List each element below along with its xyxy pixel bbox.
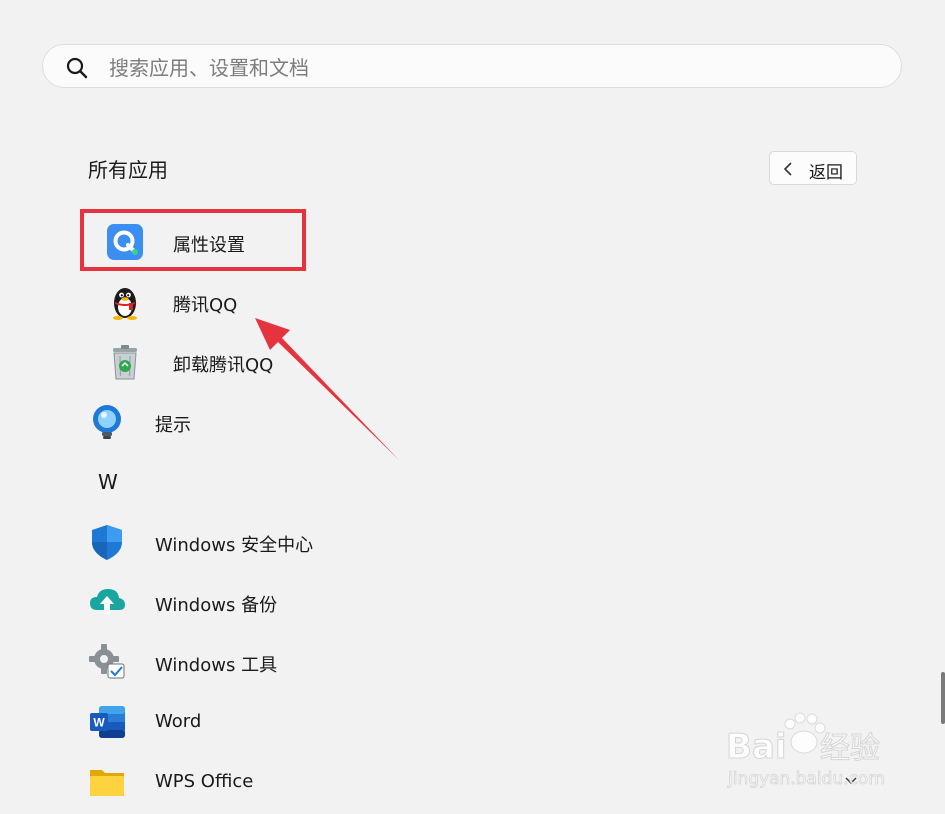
word-icon: W	[90, 706, 125, 738]
app-name: 腾讯QQ	[173, 295, 238, 316]
app-name: WPS Office	[155, 771, 254, 792]
security-shield-icon	[92, 525, 122, 560]
watermark-url: jingyan.baidu.com	[727, 769, 885, 789]
app-item-word[interactable]: W Word	[87, 702, 287, 754]
qq-penguin-icon	[113, 288, 137, 320]
backup-cloud-icon	[90, 589, 125, 614]
app-name: Windows 备份	[155, 595, 278, 616]
svg-text:经验: 经验	[820, 731, 880, 766]
app-name: 属性设置	[173, 235, 245, 256]
tools-gear-icon	[89, 644, 125, 679]
tips-bulb-icon	[93, 405, 121, 439]
chevron-left-icon	[783, 162, 792, 176]
folder-icon	[90, 770, 124, 796]
app-item-windows-backup[interactable]: Windows 备份	[87, 582, 347, 634]
search-input[interactable]	[107, 53, 871, 83]
back-button[interactable]: 返回	[769, 151, 857, 185]
app-item-qq[interactable]: 腾讯QQ	[105, 282, 295, 334]
app-name: Word	[155, 711, 202, 732]
letter-header-w[interactable]: W	[98, 470, 118, 494]
app-name: 提示	[155, 415, 191, 436]
baidu-jingyan-watermark: Bai 经验 jingyan.baidu.com	[726, 712, 885, 789]
back-button-label: 返回	[809, 163, 843, 183]
app-name: Windows 安全中心	[155, 535, 314, 556]
qq-settings-icon	[107, 224, 143, 260]
svg-text:Bai: Bai	[726, 727, 787, 767]
app-name: 卸载腾讯QQ	[173, 355, 274, 376]
search-icon	[66, 57, 88, 79]
app-item-tips[interactable]: 提示	[87, 402, 247, 454]
app-item-windows-security[interactable]: Windows 安全中心	[87, 522, 347, 574]
svg-text:W: W	[93, 716, 105, 730]
search-box[interactable]	[42, 44, 902, 88]
recycle-bin-icon	[113, 345, 137, 380]
app-item-windows-tools[interactable]: Windows 工具	[87, 642, 347, 694]
app-item-qq-settings[interactable]: 属性设置	[105, 222, 295, 274]
section-title: 所有应用	[88, 158, 168, 182]
app-name: Windows 工具	[155, 655, 278, 676]
scrollbar-thumb[interactable]	[941, 672, 945, 724]
app-item-uninstall-qq[interactable]: 卸载腾讯QQ	[105, 342, 295, 394]
app-item-wps-office[interactable]: WPS Office	[87, 762, 857, 814]
